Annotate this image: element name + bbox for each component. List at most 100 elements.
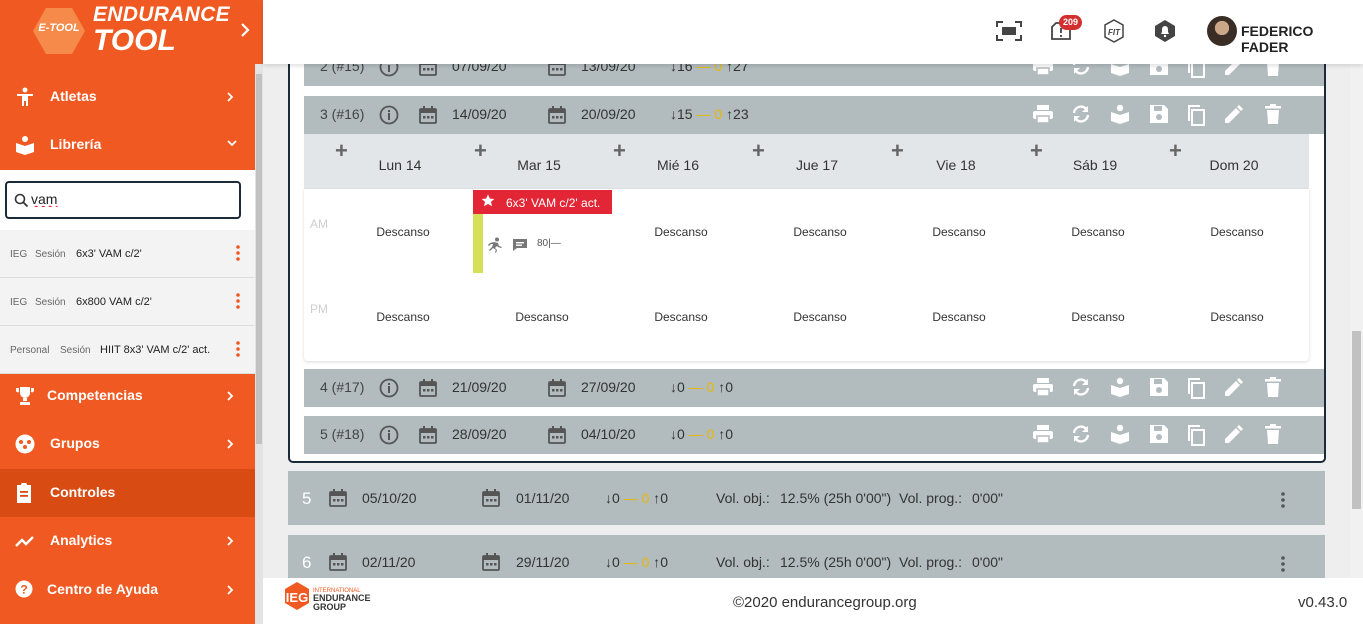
result-owner: IEG [10,249,28,260]
clipboard-icon [15,483,33,503]
phase-row[interactable]: 6 02/11/20 29/11/20 ↓0 — 0 ↑0 Vol. obj.:… [288,535,1325,578]
session-intensity-bar[interactable] [473,214,483,273]
add-session-button[interactable]: + [891,138,904,164]
print-icon[interactable] [1032,377,1054,397]
sync-icon[interactable] [1070,424,1092,444]
edit-icon[interactable] [1224,424,1244,444]
sync-icon[interactable] [1070,377,1092,397]
info-icon[interactable] [379,378,399,398]
add-session-button[interactable]: + [613,138,626,164]
main-scrollbar-thumb[interactable] [1352,331,1361,509]
user-avatar[interactable] [1207,16,1237,46]
sync-icon[interactable] [1070,104,1092,124]
edit-icon[interactable] [1224,104,1244,124]
library-add-icon[interactable] [1109,64,1131,76]
vol-obj-value: 12.5% (25h 0'00") [780,490,892,506]
print-icon[interactable] [1032,64,1054,76]
copy-icon[interactable] [1186,424,1206,446]
calendar-icon [547,425,567,445]
user-name[interactable]: FEDERICO FADER [1241,23,1363,55]
week-end-date: 13/09/20 [581,64,636,74]
delete-icon[interactable] [1264,64,1282,76]
rest-cell[interactable]: Descanso [1048,310,1148,324]
edit-icon[interactable] [1224,64,1244,76]
rest-cell[interactable]: Descanso [770,310,870,324]
rest-cell[interactable]: Descanso [1048,225,1148,239]
rest-cell[interactable]: Descanso [909,225,1009,239]
info-icon[interactable] [379,64,399,77]
week-row[interactable]: 2 (#15) 07/09/20 13/09/20 ↓16 — 0 ↑27 [304,64,1324,86]
sidebar-scrollbar[interactable] [255,64,263,624]
library-add-icon[interactable] [1109,377,1131,397]
rest-cell[interactable]: Descanso [353,225,453,239]
week-row[interactable]: 5 (#18) 28/09/20 04/10/20 ↓0 — 0 ↑0 [304,416,1324,454]
delete-icon[interactable] [1264,104,1282,124]
delete-icon[interactable] [1264,424,1282,444]
library-search-box[interactable] [5,181,241,219]
copy-icon[interactable] [1186,104,1206,126]
rest-cell[interactable]: Descanso [353,310,453,324]
library-search-input[interactable] [31,191,231,207]
add-session-button[interactable]: + [1030,138,1043,164]
copy-icon[interactable] [1186,377,1206,399]
rest-cell[interactable]: Descanso [1187,225,1287,239]
rest-cell[interactable]: Descanso [631,310,731,324]
library-add-icon[interactable] [1109,104,1131,124]
week-label: 3 (#16) [320,106,365,122]
copy-icon[interactable] [1186,64,1206,78]
fit-file-icon[interactable]: FIT [1103,19,1125,43]
collapse-chevron-icon[interactable] [240,23,250,37]
more-vert-icon[interactable] [1281,492,1285,508]
add-session-button[interactable]: + [474,138,487,164]
save-icon[interactable] [1149,424,1169,444]
sidebar-item-analytics[interactable]: Analytics [0,517,255,565]
rest-cell[interactable]: Descanso [909,310,1009,324]
print-icon[interactable] [1032,424,1054,444]
sidebar-scrollbar-thumb[interactable] [256,74,262,444]
search-result-item[interactable]: IEG Sesión 6x3' VAM c/2' [0,230,255,278]
delete-icon[interactable] [1264,377,1282,397]
sync-icon[interactable] [1070,64,1092,76]
sidebar-item-grupos[interactable]: Grupos [0,420,255,468]
more-vert-icon[interactable] [236,292,240,310]
edit-icon[interactable] [1224,377,1244,397]
add-session-button[interactable]: + [1169,138,1182,164]
rest-cell[interactable]: Descanso [770,225,870,239]
add-session-button[interactable]: + [752,138,765,164]
brand-line2: TOOL [93,24,176,57]
save-icon[interactable] [1149,377,1169,397]
save-icon[interactable] [1149,64,1169,76]
session-card-header[interactable]: 6x3' VAM c/2' act. [473,190,612,214]
sidebar-item-atletas[interactable]: Atletas [0,73,255,121]
more-vert-icon[interactable] [1281,556,1285,572]
more-vert-icon[interactable] [236,244,240,262]
sidebar-item-centro-ayuda[interactable]: ? Centro de Ayuda [0,566,255,614]
add-session-button[interactable]: + [335,138,348,164]
vol-prog-label: Vol. prog.: [899,490,963,506]
week-row[interactable]: 3 (#16) 14/09/20 20/09/20 ↓15 — 0 ↑23 [304,96,1324,134]
library-add-icon[interactable] [1109,424,1131,444]
sidebar-item-competencias[interactable]: Competencias [0,372,255,420]
info-icon[interactable] [379,425,399,445]
sidebar-item-libreria[interactable]: Librería [0,121,255,169]
sidebar-item-controles[interactable]: Controles [0,469,255,517]
day-label: Vie 18 [936,157,976,173]
more-vert-icon[interactable] [236,340,240,358]
week-end-date: 20/09/20 [581,106,636,122]
notifications-bell-icon[interactable] [1154,20,1176,42]
rest-cell[interactable]: Descanso [631,225,731,239]
fullscreen-icon[interactable] [996,21,1022,41]
search-result-item[interactable]: Personal Sesión HIIT 8x3' VAM c/2' act. [0,326,255,374]
search-result-item[interactable]: IEG Sesión 6x800 VAM c/2' [0,278,255,326]
save-icon[interactable] [1149,104,1169,124]
brand-logo[interactable]: E-TOOL ENDURANCE TOOL [0,0,263,64]
phase-load-stats: ↓0 — 0 ↑0 [605,490,669,506]
info-icon[interactable] [379,105,399,125]
chevron-right-icon [226,390,234,402]
rest-cell[interactable]: Descanso [492,310,592,324]
main-scrollbar[interactable] [1350,64,1363,578]
phase-row[interactable]: 5 05/10/20 01/11/20 ↓0 — 0 ↑0 Vol. obj.:… [288,471,1325,525]
rest-cell[interactable]: Descanso [1187,310,1287,324]
print-icon[interactable] [1032,104,1054,124]
week-row[interactable]: 4 (#17) 21/09/20 27/09/20 ↓0 — 0 ↑0 [304,369,1324,407]
